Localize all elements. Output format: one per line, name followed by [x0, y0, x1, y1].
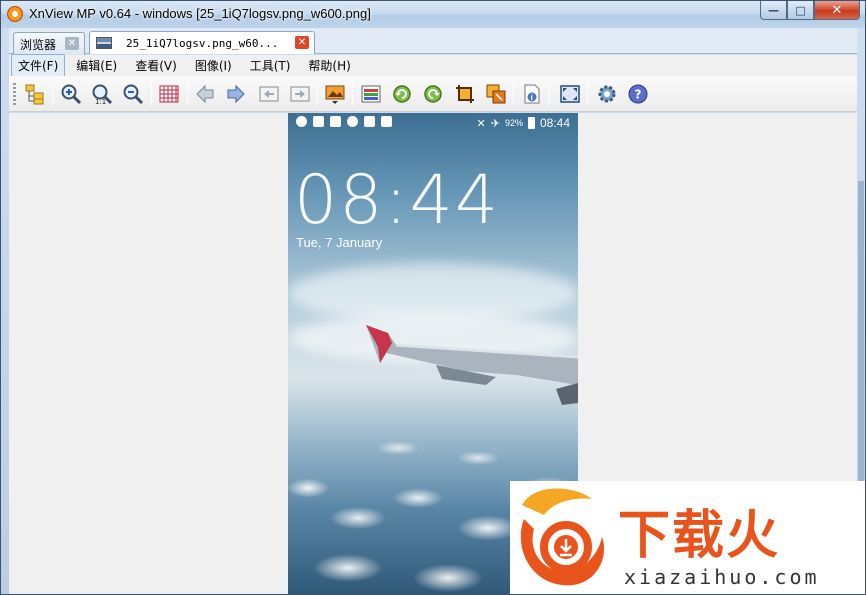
lockscreen-clock: 08:44: [294, 161, 500, 240]
rotate-right-icon[interactable]: [421, 82, 445, 106]
app-window: XnView MP v0.64 - windows [25_1iQ7logsv.…: [0, 0, 866, 595]
menu-image[interactable]: 图像(I): [188, 54, 239, 77]
tab-bar: 浏览器 ✕ 25_1iQ7logsv.png_w60... ✕: [9, 28, 857, 55]
toolbar-separator: [187, 82, 188, 106]
adjust-icon[interactable]: [359, 82, 383, 106]
tab-browser-close-icon[interactable]: ✕: [65, 37, 79, 50]
mail-icon: [330, 116, 341, 127]
watermark-text: 下载火: [618, 506, 781, 566]
menu-tools[interactable]: 工具(T): [243, 54, 298, 77]
slideshow-icon[interactable]: [323, 82, 347, 106]
maximize-button[interactable]: □: [787, 1, 814, 20]
minimize-button[interactable]: —: [760, 1, 787, 20]
image-thumbnail-icon: [96, 37, 112, 49]
watermark-domain: xiazaihuo.com: [624, 565, 820, 589]
tab-browser-label: 浏览器: [20, 37, 57, 52]
system-icons: ✕ ✈ 92% 08:44: [477, 116, 570, 130]
toolbar-separator: [549, 82, 550, 106]
chat-icon: [296, 116, 307, 127]
toolbar-separator: [587, 82, 588, 106]
browser-tree-icon[interactable]: [23, 82, 47, 106]
crop-icon[interactable]: [453, 82, 477, 106]
tab-image-label: 25_1iQ7logsv.png_w60...: [126, 36, 279, 50]
battery-icon: [527, 117, 535, 129]
toolbar-separator: [151, 82, 152, 106]
menu-bar: 文件(F) 编辑(E) 查看(V) 图像(I) 工具(T) 帮助(H): [9, 54, 857, 77]
title-bar[interactable]: XnView MP v0.64 - windows [25_1iQ7logsv.…: [1, 1, 865, 28]
previous-arrow-icon[interactable]: [193, 82, 217, 106]
toolbar-grip[interactable]: [13, 83, 16, 105]
battery-percent: 92%: [504, 118, 523, 128]
toolbar: 1:1 i ?: [9, 76, 857, 112]
xnview-app-icon[interactable]: [7, 6, 23, 22]
lockscreen-date: Tue, 7 January: [296, 235, 383, 250]
svg-text:1:1: 1:1: [95, 98, 106, 105]
task-icon: [381, 116, 392, 127]
first-image-icon[interactable]: [257, 82, 281, 106]
toolbar-separator: [53, 82, 54, 106]
menu-view[interactable]: 查看(V): [128, 54, 184, 77]
resize-icon[interactable]: [484, 82, 508, 106]
phone-status-bar: ✕ ✈ 92% 08:44: [288, 113, 578, 133]
svg-text:?: ?: [635, 88, 642, 102]
menu-file[interactable]: 文件(F): [11, 54, 66, 77]
tab-image[interactable]: 25_1iQ7logsv.png_w60... ✕: [89, 31, 315, 54]
airplane-icon: ✈: [490, 117, 500, 130]
menu-edit[interactable]: 编辑(E): [69, 54, 124, 77]
zoom-out-icon[interactable]: [121, 82, 145, 106]
fullscreen-icon[interactable]: [558, 82, 582, 106]
airplane-wing: [366, 325, 578, 405]
svg-text:i: i: [531, 94, 533, 102]
task-icon: [364, 116, 375, 127]
menu-help[interactable]: 帮助(H): [301, 54, 357, 77]
tab-image-close-icon[interactable]: ✕: [295, 36, 309, 49]
grid-icon[interactable]: [157, 82, 181, 106]
window-title: XnView MP v0.64 - windows [25_1iQ7logsv.…: [29, 6, 371, 21]
missed-call-icon: [313, 116, 324, 127]
status-time: 08:44: [539, 116, 570, 130]
watermark: 下载火 xiazaihuo.com: [510, 481, 865, 594]
zoom-in-icon[interactable]: [59, 82, 83, 106]
close-button[interactable]: ✕: [814, 1, 860, 20]
caption-buttons: — □ ✕: [760, 1, 860, 20]
toolbar-separator: [513, 82, 514, 106]
right-window-edge: [858, 181, 864, 481]
toolbar-separator: [352, 82, 353, 106]
rotate-left-icon[interactable]: [390, 82, 414, 106]
zoom-actual-icon[interactable]: 1:1: [90, 82, 114, 106]
watermark-logo: [520, 488, 605, 586]
tab-browser[interactable]: 浏览器 ✕: [13, 32, 85, 55]
next-arrow-icon[interactable]: [224, 82, 248, 106]
last-image-icon[interactable]: [288, 82, 312, 106]
mute-icon: ✕: [476, 117, 486, 130]
toolbar-separator: [317, 82, 318, 106]
notification-icons: [296, 116, 392, 127]
sync-icon: [347, 116, 358, 127]
info-icon[interactable]: i: [520, 82, 544, 106]
help-icon[interactable]: ?: [626, 82, 650, 106]
settings-icon[interactable]: [595, 82, 619, 106]
